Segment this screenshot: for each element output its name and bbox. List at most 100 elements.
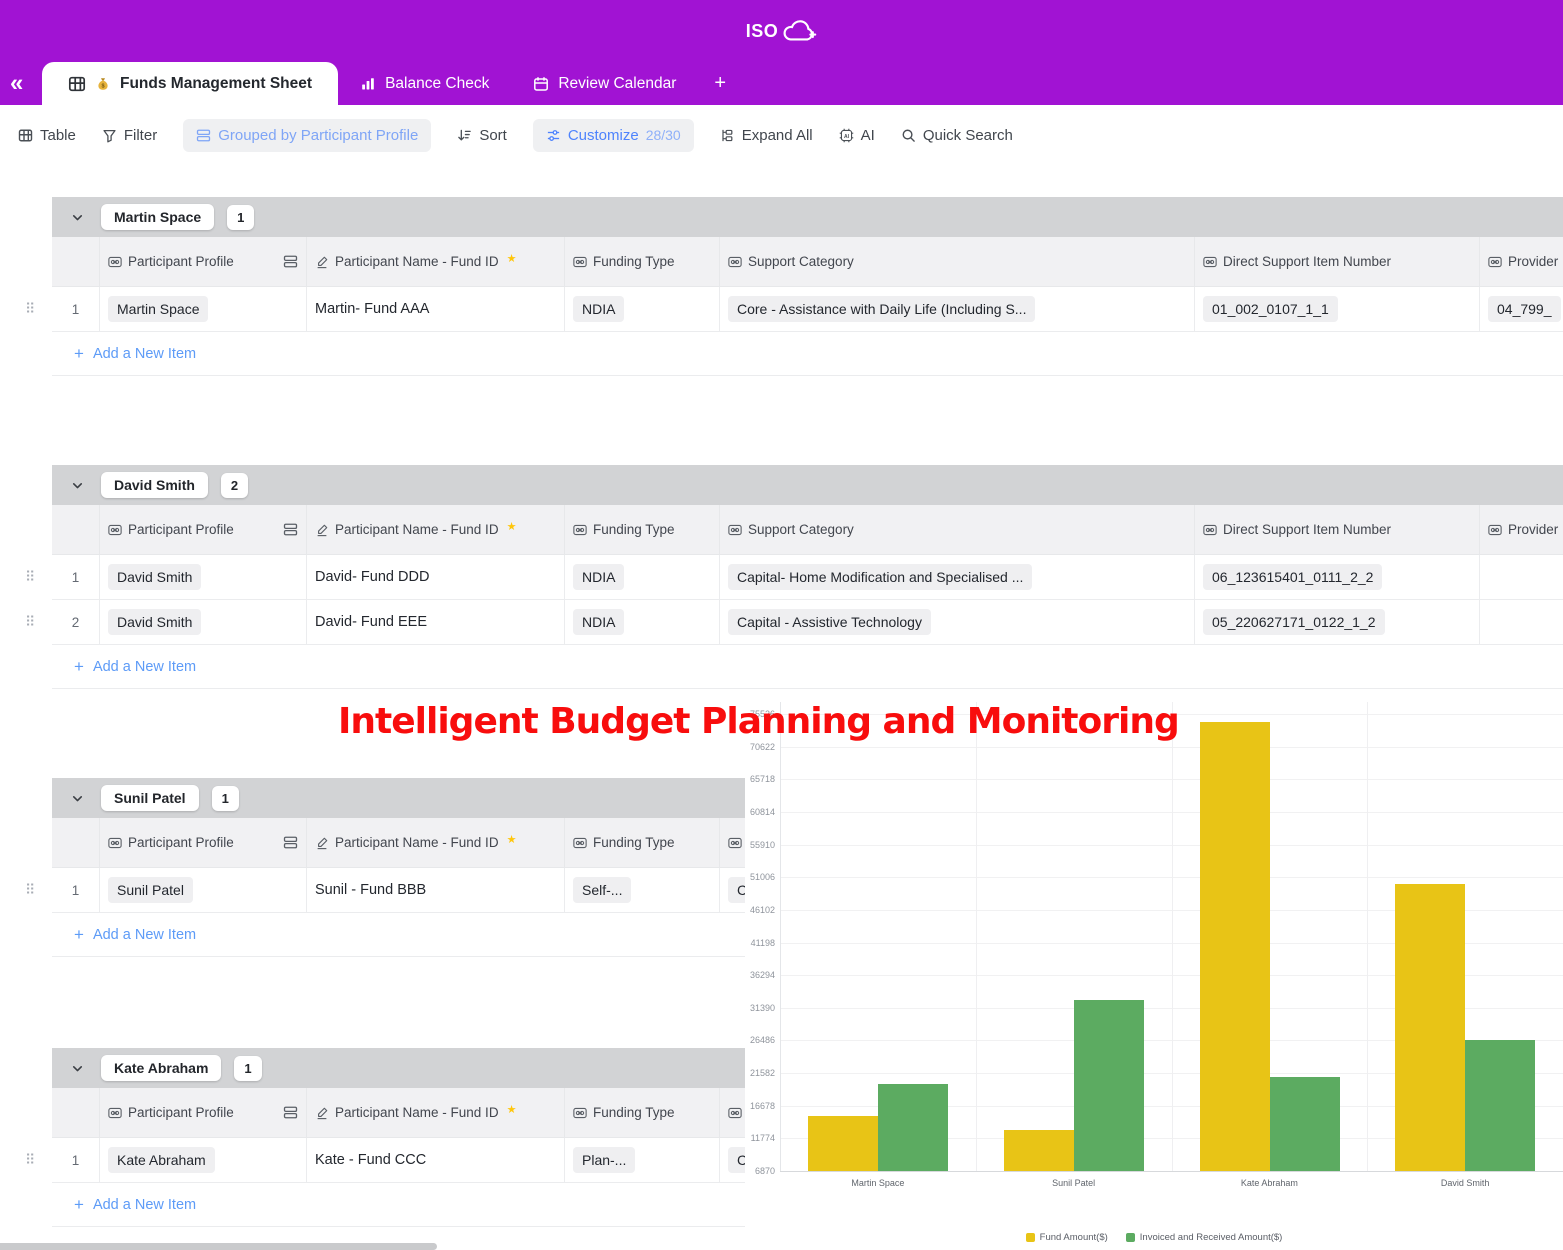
column-header-participant-name[interactable]: Participant Name - Fund ID★ — [307, 1088, 565, 1137]
group-header: Martin Space 1 — [52, 197, 1563, 237]
legend-item[interactable]: Invoiced and Received Amount($) — [1126, 1232, 1283, 1243]
column-header-support-category[interactable]: Support Category — [720, 237, 1195, 286]
chart-bar — [1270, 1077, 1340, 1171]
horizontal-scrollbar[interactable] — [0, 1243, 437, 1250]
y-axis-tick-label: 46102 — [745, 905, 775, 915]
cell-text: David- Fund DDD — [315, 569, 429, 585]
link-field-icon — [573, 255, 587, 269]
cell-support-category[interactable]: Core - Assistance with Daily Life (Inclu… — [720, 287, 1195, 331]
expand-all-button[interactable]: Expand All — [720, 127, 813, 144]
drag-handle-icon[interactable]: ⠿ — [25, 569, 35, 586]
group-rows-icon — [196, 128, 211, 143]
ai-chip-icon — [839, 128, 854, 143]
value-chip: Core - Assistance with Daily Life (Inclu… — [728, 296, 1035, 322]
drag-handle-icon[interactable]: ⠿ — [25, 1152, 35, 1169]
collapse-group-button[interactable] — [66, 1057, 88, 1079]
group-section-martin-space: Martin Space 1 Participant Profile Parti… — [52, 197, 1563, 376]
column-header-funding-type[interactable]: Funding Type — [565, 505, 720, 554]
cell-support-category[interactable]: Capital - Assistive Technology — [720, 600, 1195, 644]
column-header-provider[interactable]: Provider — [1480, 237, 1563, 286]
column-header-direct-support-item-number[interactable]: Direct Support Item Number — [1195, 237, 1480, 286]
column-header-participant-name[interactable]: Participant Name - Fund ID★ — [307, 818, 565, 867]
sort-button[interactable]: Sort — [457, 127, 507, 144]
column-header-funding-type[interactable]: Funding Type — [565, 818, 720, 867]
group-count-badge: 1 — [227, 205, 254, 230]
column-header-support-category[interactable]: Support Category — [720, 505, 1195, 554]
tab-review-calendar[interactable]: Review Calendar — [511, 62, 698, 105]
quick-search-button[interactable]: Quick Search — [901, 127, 1013, 144]
cell-direct-support-item-number[interactable]: 06_123615401_0111_2_2 — [1195, 555, 1480, 599]
column-header-row-number — [52, 237, 100, 286]
cell-participant-name[interactable]: Kate - Fund CCC — [307, 1138, 565, 1182]
add-tab-button[interactable]: + — [698, 62, 742, 105]
cell-funding-type[interactable]: NDIA — [565, 600, 720, 644]
column-header-participant-profile[interactable]: Participant Profile — [100, 818, 307, 867]
column-header-provider[interactable]: Provider — [1480, 505, 1563, 554]
cell-participant-profile[interactable]: Martin Space — [100, 287, 307, 331]
cell-participant-name[interactable]: Martin- Fund AAA — [307, 287, 565, 331]
column-header-participant-name[interactable]: Participant Name - Fund ID★ — [307, 505, 565, 554]
column-header-participant-profile[interactable]: Participant Profile — [100, 237, 307, 286]
add-new-item-button[interactable]: +Add a New Item — [52, 645, 1563, 689]
column-header-direct-support-item-number[interactable]: Direct Support Item Number — [1195, 505, 1480, 554]
collapse-sidebar-button[interactable]: « — [10, 71, 23, 95]
cell-direct-support-item-number[interactable]: 01_002_0107_1_1 — [1195, 287, 1480, 331]
collapse-group-button[interactable] — [66, 206, 88, 228]
add-new-item-label: Add a New Item — [93, 1197, 196, 1213]
quick-search-label: Quick Search — [923, 127, 1013, 144]
cell-participant-profile[interactable]: David Smith — [100, 555, 307, 599]
column-header-funding-type[interactable]: Funding Type — [565, 237, 720, 286]
chevron-down-icon — [70, 210, 85, 225]
column-header-funding-type[interactable]: Funding Type — [565, 1088, 720, 1137]
cell-funding-type[interactable]: NDIA — [565, 555, 720, 599]
grouped-by-button[interactable]: Grouped by Participant Profile — [183, 119, 431, 152]
filter-button[interactable]: Filter — [102, 127, 157, 144]
value-chip: NDIA — [573, 564, 624, 590]
column-label: Participant Profile — [128, 254, 234, 269]
cell-provider[interactable]: 04_799_ — [1480, 287, 1563, 331]
ai-button[interactable]: AI — [839, 127, 875, 144]
y-axis-tick-label: 21582 — [745, 1068, 775, 1078]
y-axis-tick-label: 65718 — [745, 774, 775, 784]
column-label: Provider — [1508, 254, 1558, 269]
tab-funds-management-sheet[interactable]: Funds Management Sheet — [42, 62, 338, 105]
cell-provider[interactable] — [1480, 555, 1563, 599]
tab-balance-check[interactable]: Balance Check — [338, 62, 511, 105]
plus-icon: + — [74, 345, 84, 362]
grouped-by-label: Grouped by Participant Profile — [218, 127, 418, 144]
drag-handle-icon[interactable]: ⠿ — [25, 614, 35, 631]
drag-handle-icon[interactable]: ⠿ — [25, 301, 35, 318]
y-axis-tick-label: 26486 — [745, 1035, 775, 1045]
column-label: Support Category — [748, 522, 854, 537]
legend-item[interactable]: Fund Amount($) — [1026, 1232, 1108, 1243]
tree-expand-icon — [720, 128, 735, 143]
cell-participant-profile[interactable]: Sunil Patel — [100, 868, 307, 912]
cell-participant-name[interactable]: Sunil - Fund BBB — [307, 868, 565, 912]
collapse-group-button[interactable] — [66, 474, 88, 496]
cell-funding-type[interactable]: NDIA — [565, 287, 720, 331]
table-view-button[interactable]: Table — [18, 127, 76, 144]
y-axis-tick-label: 31390 — [745, 1003, 775, 1013]
cell-participant-name[interactable]: David- Fund DDD — [307, 555, 565, 599]
cell-support-category[interactable]: Capital- Home Modification and Specialis… — [720, 555, 1195, 599]
tab-label: Review Calendar — [558, 75, 676, 93]
cell-provider[interactable] — [1480, 600, 1563, 644]
cell-funding-type[interactable]: Self-... — [565, 868, 720, 912]
column-header-participant-name[interactable]: Participant Name - Fund ID★ — [307, 237, 565, 286]
column-header-participant-profile[interactable]: Participant Profile — [100, 1088, 307, 1137]
add-new-item-button[interactable]: +Add a New Item — [52, 332, 1563, 376]
drag-handle-icon[interactable]: ⠿ — [25, 882, 35, 899]
cell-funding-type[interactable]: Plan-... — [565, 1138, 720, 1182]
y-axis-tick-label: 6870 — [745, 1166, 775, 1176]
grouped-field-icon — [283, 254, 298, 269]
collapse-group-button[interactable] — [66, 787, 88, 809]
cell-direct-support-item-number[interactable]: 05_220627171_0122_1_2 — [1195, 600, 1480, 644]
cell-participant-profile[interactable]: David Smith — [100, 600, 307, 644]
cell-participant-name[interactable]: David- Fund EEE — [307, 600, 565, 644]
customize-button[interactable]: Customize 28/30 — [533, 119, 694, 152]
cell-participant-profile[interactable]: Kate Abraham — [100, 1138, 307, 1182]
column-header-participant-profile[interactable]: Participant Profile — [100, 505, 307, 554]
y-axis-tick-label: 41198 — [745, 938, 775, 948]
chart-bar — [808, 1116, 878, 1171]
x-axis-category-label: Martin Space — [780, 1178, 976, 1188]
